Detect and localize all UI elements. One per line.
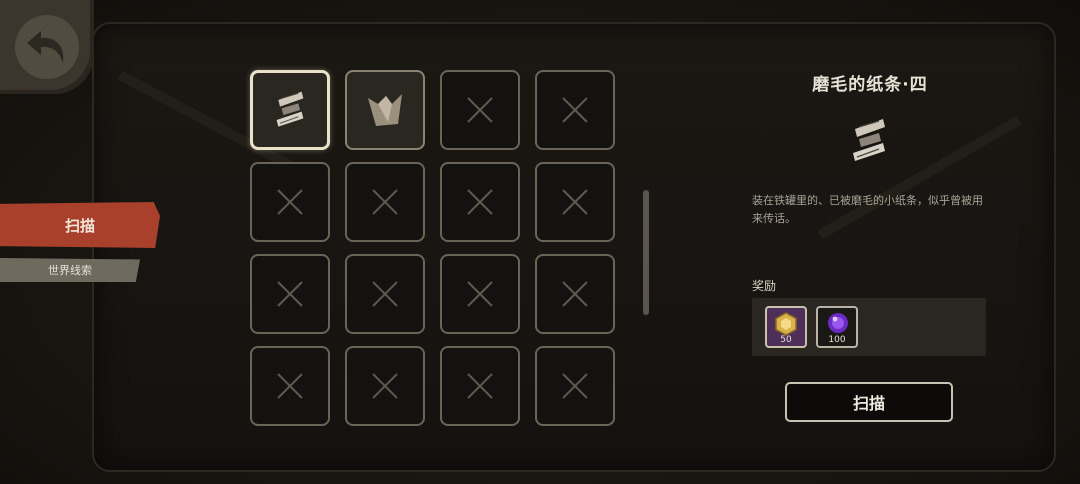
empty-slot[interactable] (440, 254, 520, 334)
locked-x-icon (370, 187, 400, 217)
empty-slot[interactable] (250, 254, 330, 334)
empty-slot[interactable] (535, 162, 615, 242)
tab-world-clues-label: 世界线索 (48, 264, 92, 277)
item-description: 装在铁罐里的、已被磨毛的小纸条，似乎曾被用来传话。 (752, 194, 983, 225)
empty-slot[interactable] (345, 162, 425, 242)
empty-slot[interactable] (440, 70, 520, 150)
scan-button-label: 扫描 (852, 394, 885, 413)
locked-x-icon (275, 187, 305, 217)
locked-x-icon (275, 279, 305, 309)
locked-x-icon (465, 371, 495, 401)
reward-count: 50 (780, 335, 792, 345)
item-title: 磨毛的纸条·四 (812, 75, 928, 95)
reward-item[interactable]: 50 (765, 306, 807, 348)
locked-x-icon (465, 187, 495, 217)
item-grid (250, 70, 618, 426)
tab-world-clues[interactable]: 世界线索 (0, 258, 140, 282)
reward-count: 100 (828, 335, 846, 345)
locked-x-icon (465, 95, 495, 125)
locked-x-icon (370, 371, 400, 401)
paper-strip-icon (270, 88, 310, 132)
empty-slot[interactable] (250, 346, 330, 426)
purple-orb-icon (828, 313, 848, 333)
inventory-slot[interactable] (345, 70, 425, 150)
empty-slot[interactable] (345, 346, 425, 426)
back-icon (15, 15, 79, 79)
empty-slot[interactable] (535, 254, 615, 334)
locked-x-icon (370, 279, 400, 309)
reward-item[interactable]: 100 (816, 306, 858, 348)
locked-x-icon (275, 371, 305, 401)
empty-slot[interactable] (440, 346, 520, 426)
empty-slot[interactable] (345, 254, 425, 334)
empty-slot[interactable] (250, 162, 330, 242)
grid-scrollbar[interactable] (643, 190, 649, 315)
tab-scan-label: 扫描 (64, 216, 95, 235)
tab-scan[interactable]: 扫描 (0, 202, 160, 248)
empty-slot[interactable] (535, 70, 615, 150)
scan-button[interactable]: 扫描 (785, 382, 953, 422)
reward-label: 奖励 (752, 279, 777, 293)
empty-slot[interactable] (535, 346, 615, 426)
paper-strip-icon (845, 115, 893, 167)
locked-x-icon (560, 279, 590, 309)
gold-hexagon-coin-icon (775, 312, 797, 336)
empty-slot[interactable] (440, 162, 520, 242)
inventory-slot[interactable] (250, 70, 330, 150)
locked-x-icon (465, 279, 495, 309)
locked-x-icon (560, 187, 590, 217)
locked-x-icon (560, 371, 590, 401)
locked-x-icon (560, 95, 590, 125)
torn-paper-icon (364, 90, 406, 130)
back-button[interactable] (0, 0, 94, 94)
